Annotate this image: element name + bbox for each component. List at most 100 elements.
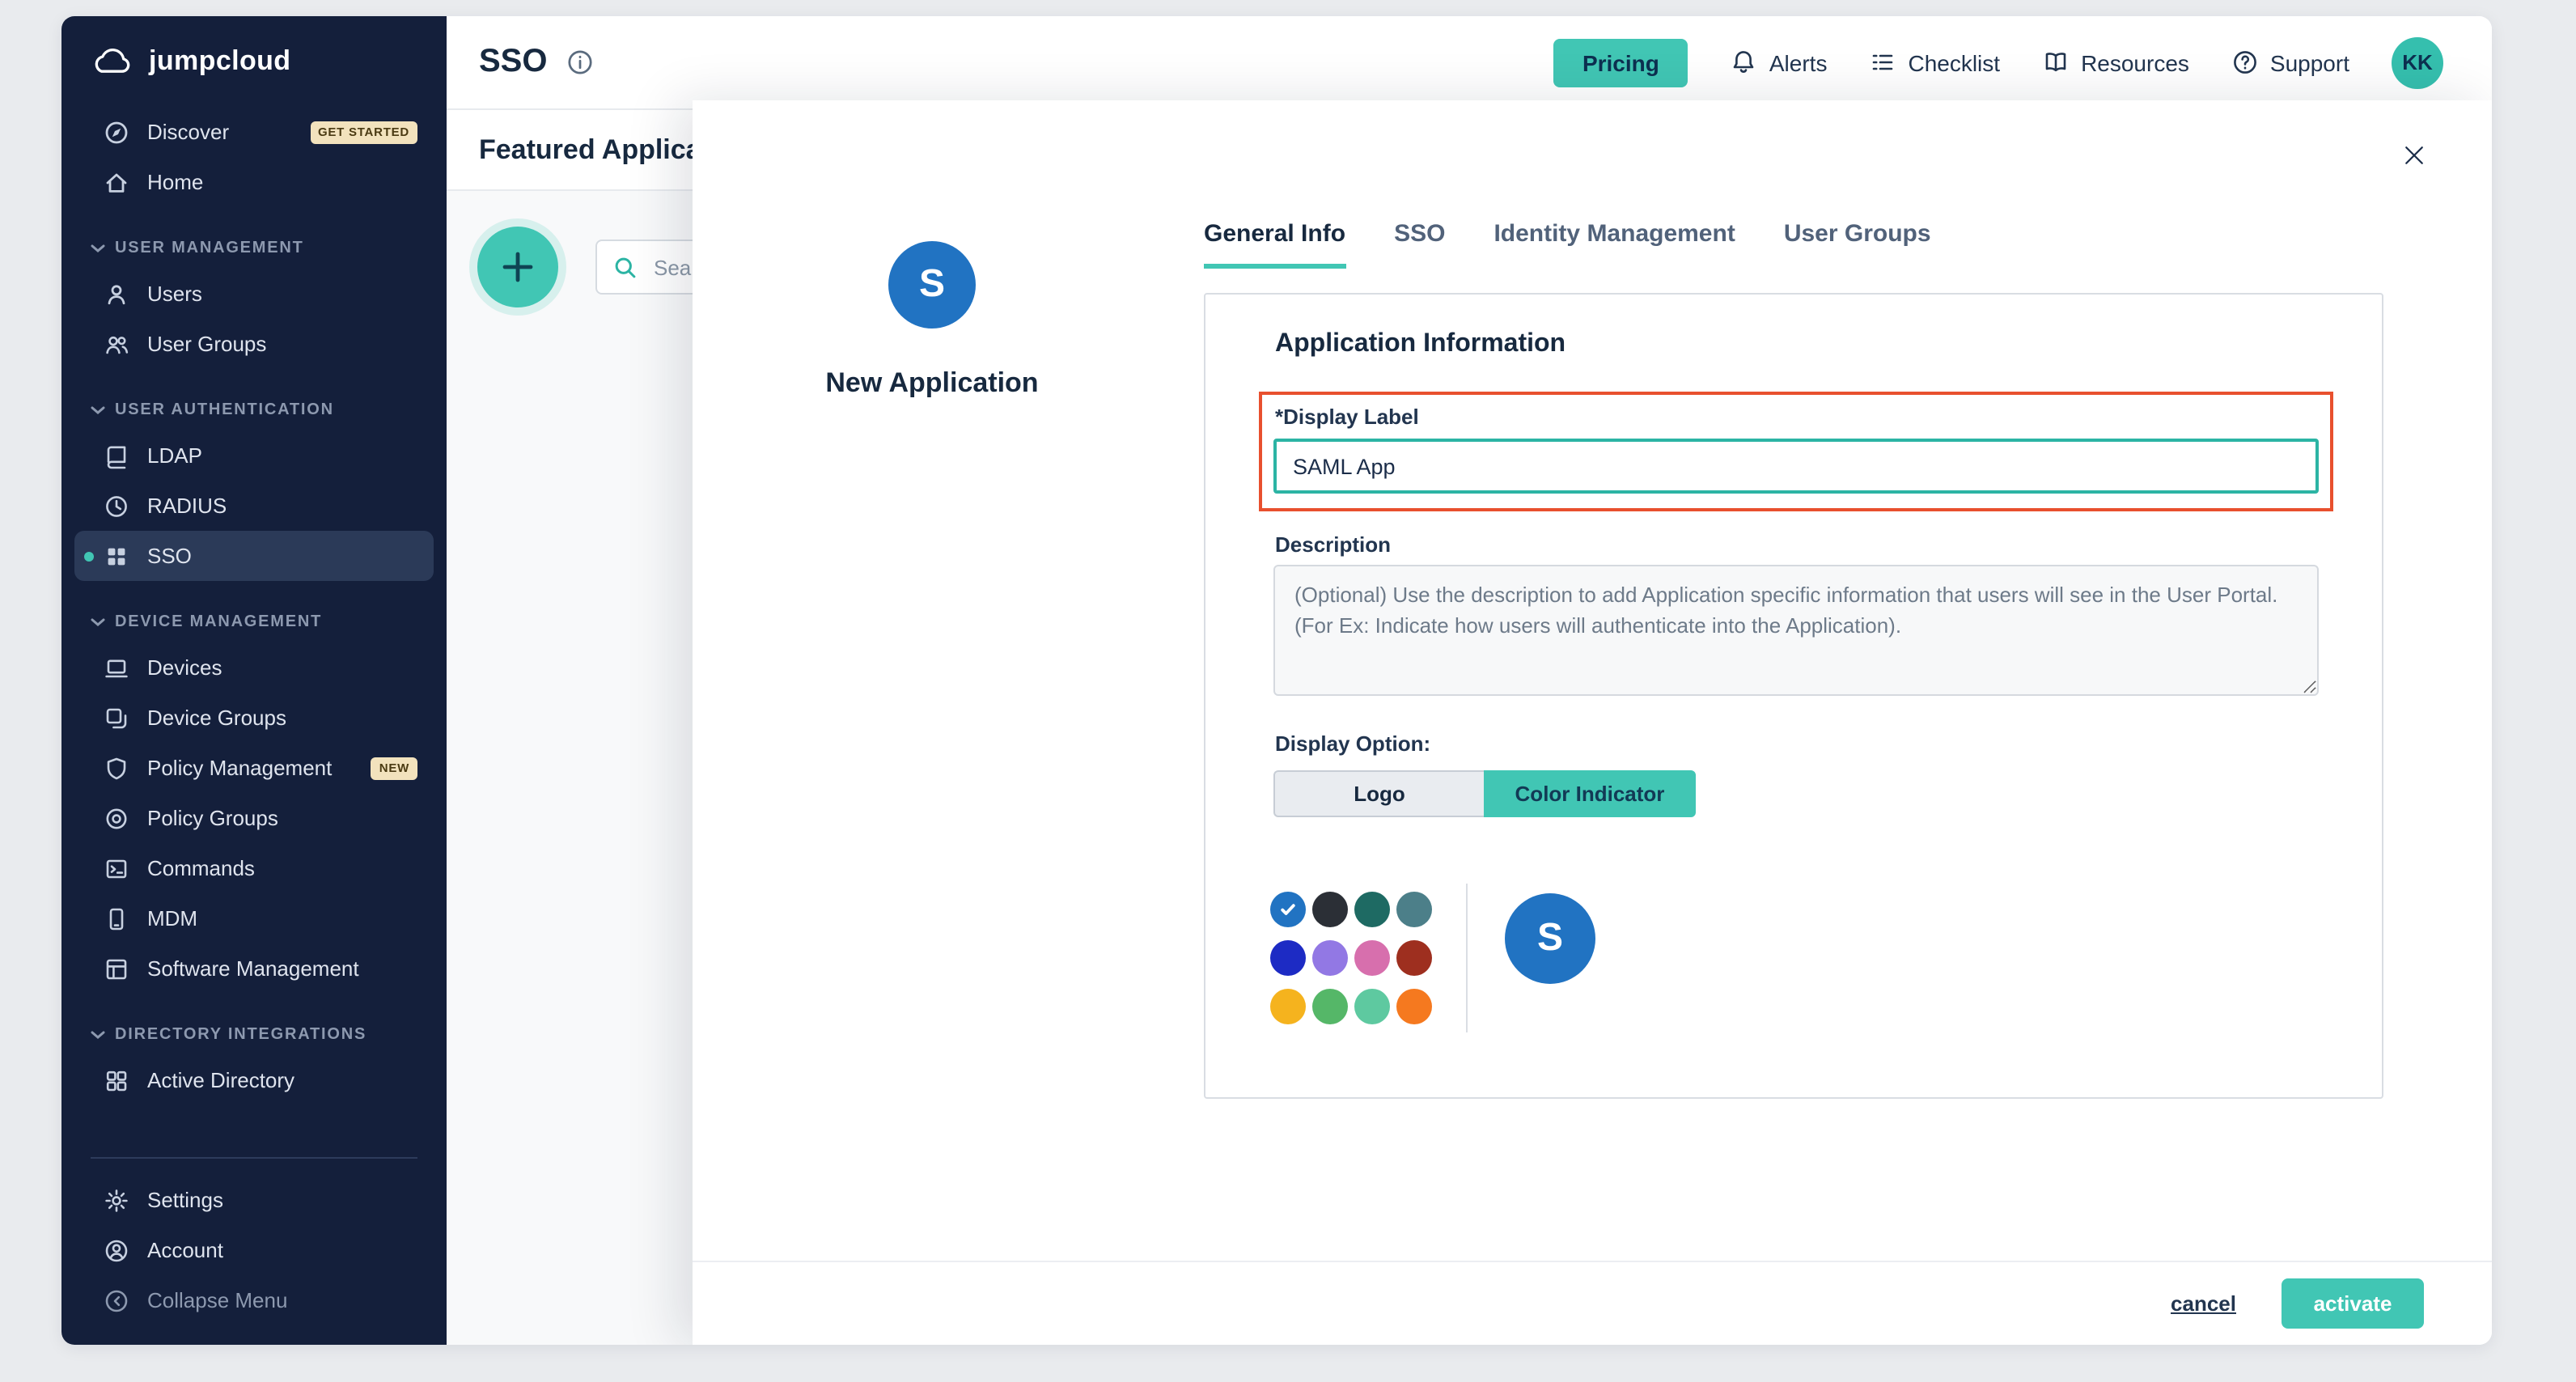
sidebar: jumpcloud Discover GET STARTED Home USER… (61, 16, 447, 1345)
sidebar-item-home[interactable]: Home (74, 157, 434, 207)
tab-identity-management[interactable]: Identity Management (1493, 220, 1735, 269)
info-icon[interactable] (567, 49, 595, 76)
new-badge: NEW (371, 757, 417, 779)
sidebar-item-active-directory[interactable]: Active Directory (74, 1055, 434, 1105)
card-title: Application Information (1275, 330, 1566, 359)
tab-general-info[interactable]: General Info (1204, 220, 1345, 269)
check-icon (1278, 900, 1298, 919)
shield-icon (104, 755, 129, 781)
app-window: jumpcloud Discover GET STARTED Home USER… (61, 16, 2492, 1345)
color-swatch[interactable] (1396, 989, 1432, 1024)
target-icon (104, 805, 129, 831)
color-swatch[interactable] (1396, 892, 1432, 927)
bell-icon (1731, 49, 1758, 76)
software-box-icon (104, 956, 129, 981)
support-button[interactable]: Support (2231, 49, 2349, 76)
color-preview-avatar: S (1505, 893, 1595, 984)
application-avatar: S (888, 241, 976, 329)
layers-icon (104, 705, 129, 731)
windows-grid-icon (104, 1067, 129, 1093)
sidebar-item-label: SSO (147, 544, 192, 568)
section-device-management[interactable]: DEVICE MANAGEMENT (61, 600, 447, 642)
sidebar-item-discover[interactable]: Discover GET STARTED (74, 107, 434, 157)
question-circle-icon (2231, 49, 2259, 76)
add-application-button[interactable] (477, 227, 558, 307)
description-textarea[interactable] (1273, 565, 2319, 696)
book-open-icon (2042, 49, 2070, 76)
divider (1466, 884, 1468, 1032)
color-swatch[interactable] (1354, 940, 1390, 976)
color-swatch[interactable] (1270, 940, 1306, 976)
sidebar-item-users[interactable]: Users (74, 269, 434, 319)
checklist-icon (1869, 49, 1896, 76)
sidebar-item-label: Settings (147, 1188, 223, 1212)
grid-icon (104, 543, 129, 569)
sidebar-item-label: Active Directory (147, 1068, 294, 1092)
sidebar-item-label: Policy Groups (147, 806, 278, 830)
top-header: SSO Pricing Alerts (447, 16, 2492, 110)
sidebar-item-collapse-menu[interactable]: Collapse Menu (74, 1275, 434, 1325)
alerts-button[interactable]: Alerts (1731, 49, 1828, 76)
pricing-button[interactable]: Pricing (1553, 38, 1688, 87)
sidebar-item-mdm[interactable]: MDM (74, 893, 434, 943)
color-swatch[interactable] (1312, 989, 1348, 1024)
color-swatch[interactable] (1312, 940, 1348, 976)
color-swatch[interactable] (1354, 989, 1390, 1024)
display-label-label: *Display Label (1275, 405, 1419, 429)
sidebar-item-label: RADIUS (147, 494, 227, 518)
sidebar-item-user-groups[interactable]: User Groups (74, 319, 434, 369)
collapse-arrow-icon (104, 1287, 129, 1313)
color-swatch[interactable] (1312, 892, 1348, 927)
search-icon (613, 255, 638, 279)
activate-button[interactable]: activate (2282, 1278, 2424, 1329)
sidebar-item-device-groups[interactable]: Device Groups (74, 693, 434, 743)
user-icon (104, 281, 129, 307)
display-label-input[interactable] (1273, 439, 2319, 494)
sidebar-item-label: MDM (147, 906, 197, 931)
modal-tabs: General Info SSO Identity Management Use… (1204, 220, 1931, 269)
tab-sso[interactable]: SSO (1394, 220, 1445, 269)
sidebar-item-radius[interactable]: RADIUS (74, 481, 434, 531)
page-title: SSO (479, 44, 548, 81)
sidebar-item-devices[interactable]: Devices (74, 642, 434, 693)
get-started-badge: GET STARTED (310, 121, 417, 143)
home-icon (104, 169, 129, 195)
color-swatch-selected[interactable] (1270, 892, 1306, 927)
color-swatch[interactable] (1396, 940, 1432, 976)
logo-text: jumpcloud (149, 45, 291, 78)
sidebar-item-label: User Groups (147, 332, 266, 356)
sidebar-item-software-management[interactable]: Software Management (74, 943, 434, 994)
page: jumpcloud Discover GET STARTED Home USER… (0, 0, 2576, 1382)
section-directory-integrations[interactable]: DIRECTORY INTEGRATIONS (61, 1013, 447, 1055)
resources-button[interactable]: Resources (2042, 49, 2189, 76)
close-icon[interactable] (2395, 136, 2434, 175)
sidebar-item-ldap[interactable]: LDAP (74, 430, 434, 481)
application-information-card: Application Information *Display Label D… (1204, 293, 2383, 1099)
jumpcloud-logo[interactable]: jumpcloud (61, 16, 447, 107)
sidebar-item-label: Devices (147, 655, 222, 680)
sidebar-item-settings[interactable]: Settings (74, 1175, 434, 1225)
sidebar-item-sso[interactable]: SSO (74, 531, 434, 581)
sidebar-item-label: LDAP (147, 443, 202, 468)
user-avatar[interactable]: KK (2392, 36, 2443, 88)
sidebar-item-account[interactable]: Account (74, 1225, 434, 1275)
new-application-panel: S New Application General Info SSO Ident… (693, 100, 2492, 1345)
section-user-management[interactable]: USER MANAGEMENT (61, 227, 447, 269)
color-indicator-option-button[interactable]: Color Indicator (1484, 770, 1696, 817)
sidebar-item-policy-groups[interactable]: Policy Groups (74, 793, 434, 843)
color-swatch[interactable] (1354, 892, 1390, 927)
phone-icon (104, 905, 129, 931)
modal-footer: cancel activate (693, 1261, 2492, 1345)
color-swatch[interactable] (1270, 989, 1306, 1024)
section-user-authentication[interactable]: USER AUTHENTICATION (61, 388, 447, 430)
checklist-button[interactable]: Checklist (1869, 49, 2000, 76)
logo-option-button[interactable]: Logo (1273, 770, 1484, 817)
sidebar-item-policy-management[interactable]: Policy Management NEW (74, 743, 434, 793)
sidebar-item-label: Users (147, 282, 202, 306)
gear-icon (104, 1187, 129, 1213)
cancel-button[interactable]: cancel (2161, 1290, 2246, 1317)
sidebar-item-commands[interactable]: Commands (74, 843, 434, 893)
sidebar-item-label: Commands (147, 856, 255, 880)
account-icon (104, 1237, 129, 1263)
tab-user-groups[interactable]: User Groups (1784, 220, 1931, 269)
